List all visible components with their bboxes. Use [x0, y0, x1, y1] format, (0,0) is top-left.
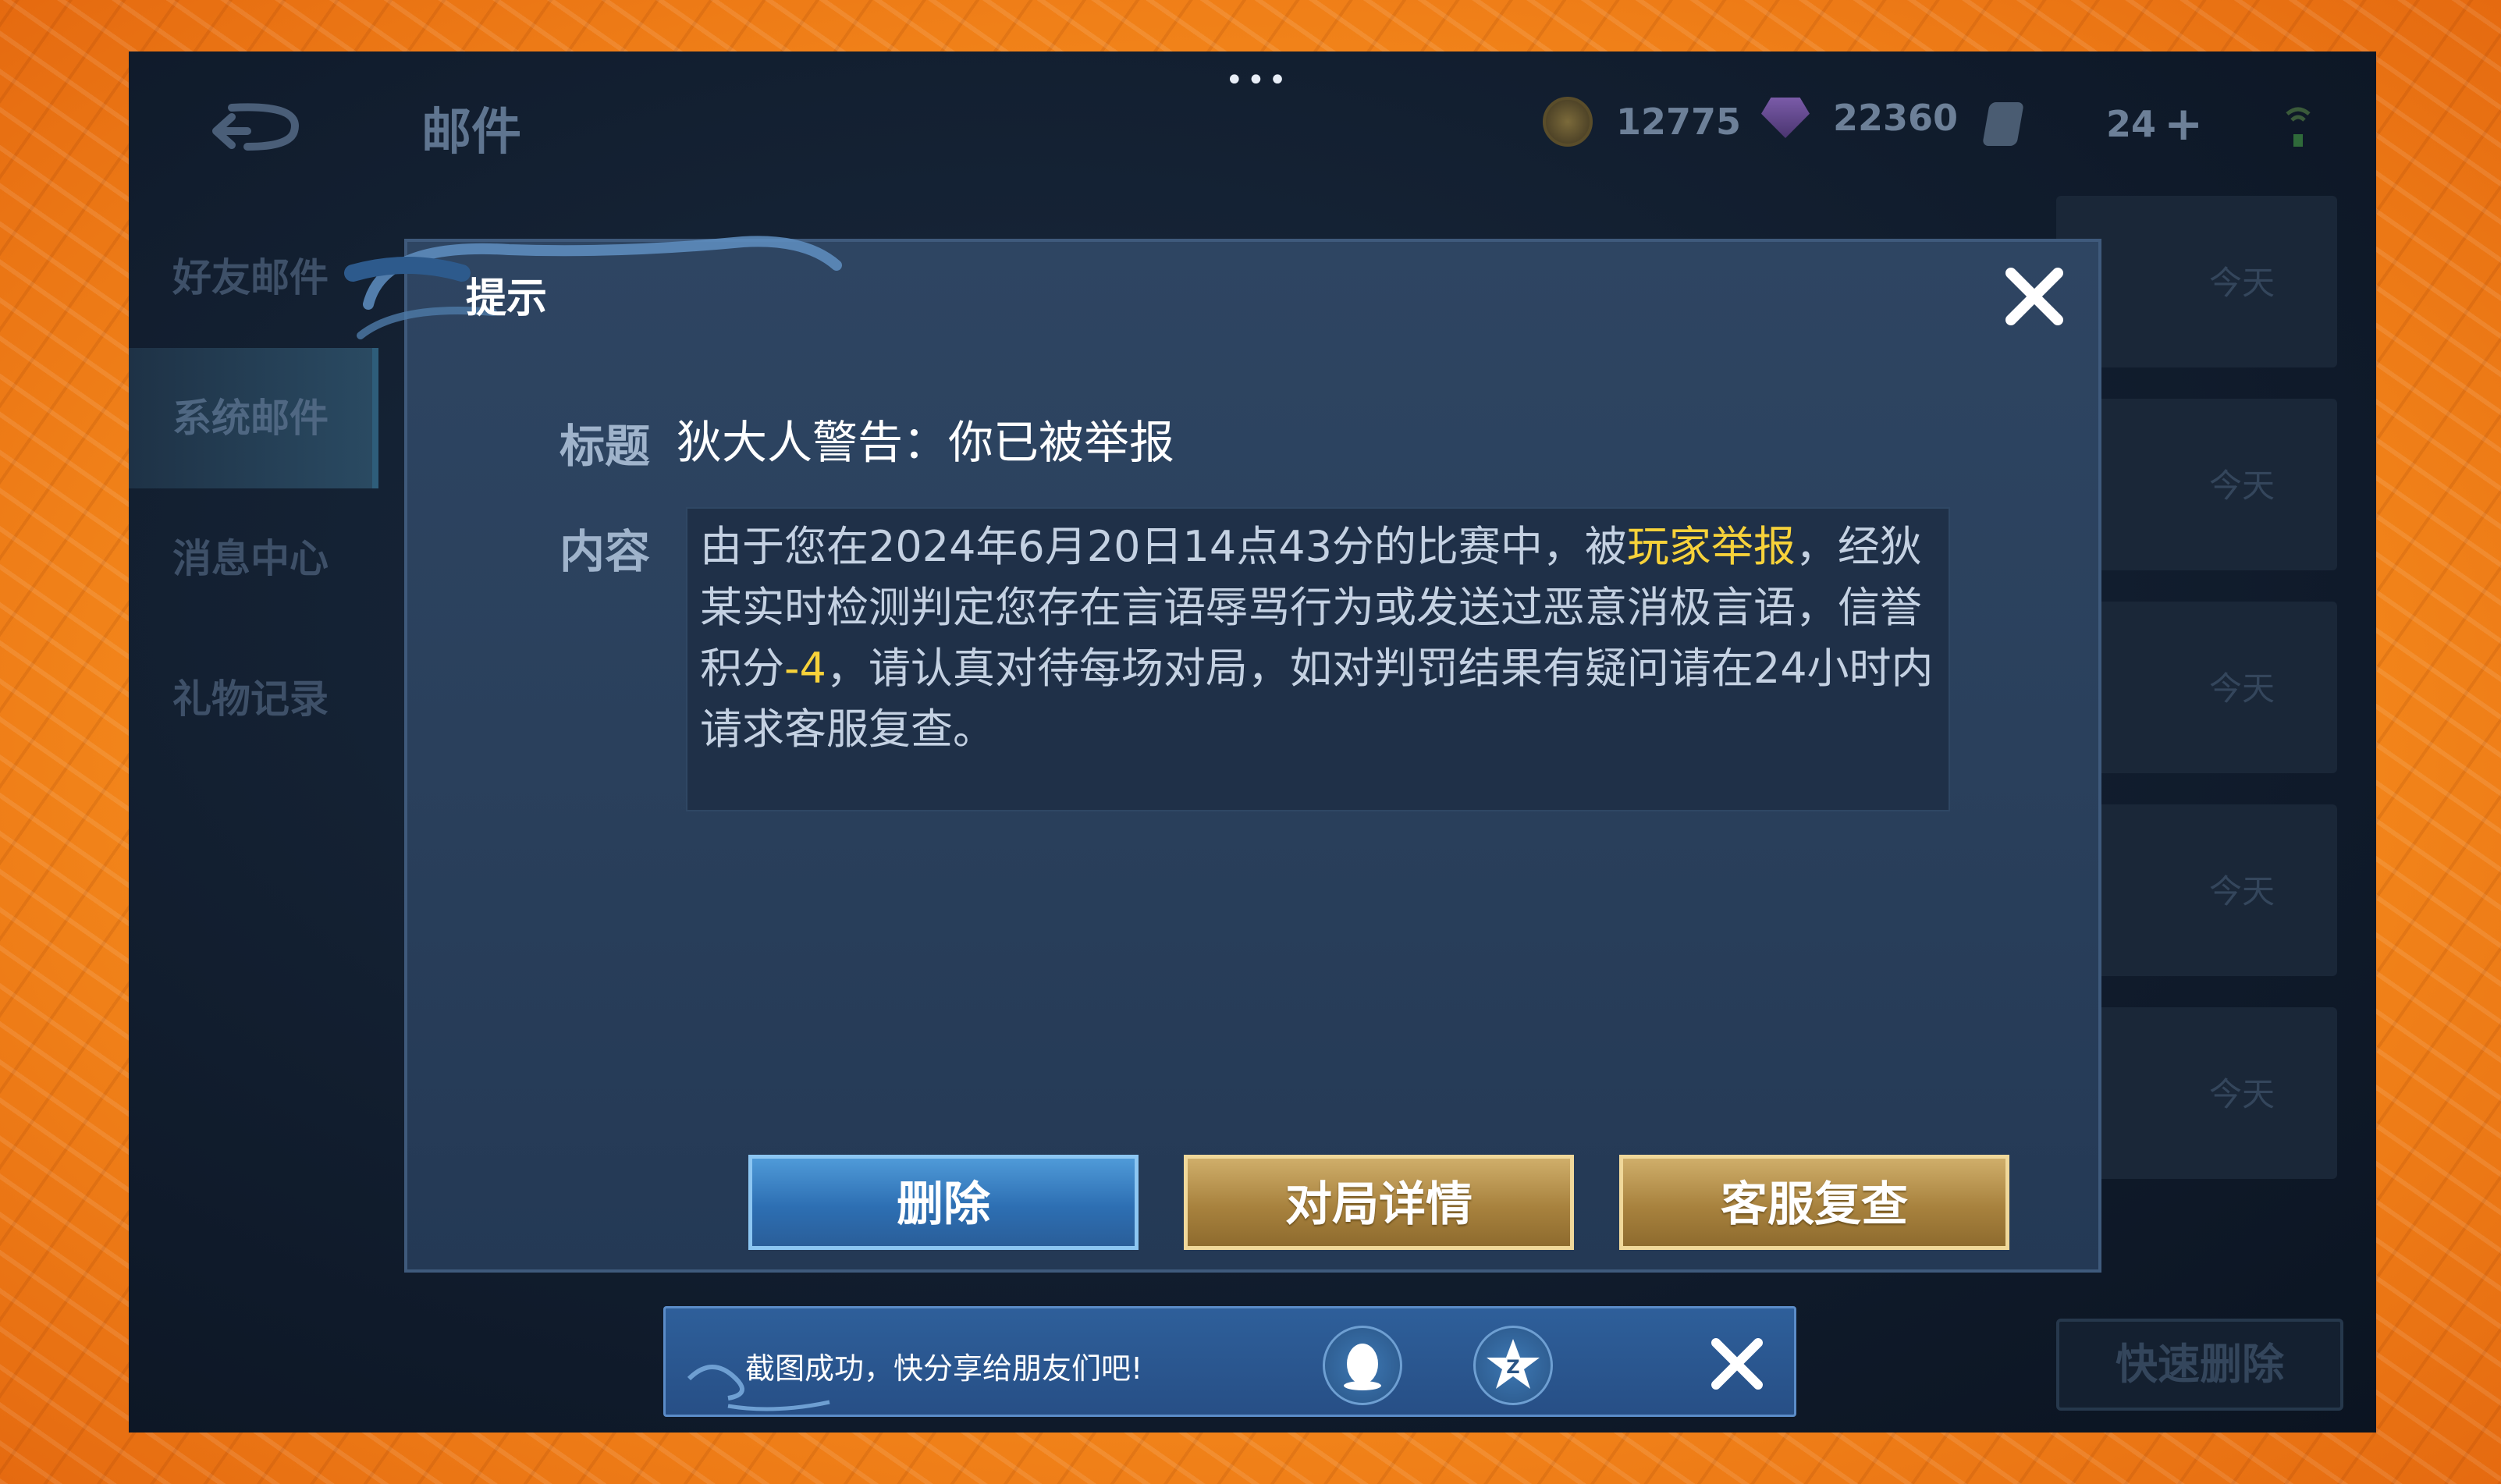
delete-button[interactable]: 删除	[748, 1155, 1139, 1250]
close-toast-icon[interactable]	[1703, 1330, 1771, 1397]
quick-delete-button[interactable]: 快速删除	[2056, 1319, 2343, 1411]
content-text: 由于您在2024年6月20日14点43分的比赛中，被	[700, 522, 1627, 571]
subject-label: 标题	[560, 420, 651, 473]
wifi-signal-icon	[2286, 107, 2311, 147]
support-review-button[interactable]: 客服复查	[1619, 1155, 2009, 1250]
mail-date: 今天	[2208, 872, 2275, 911]
game-screen: ••• 邮件 12775 22360 24 + 好友邮件 系统邮件 消息中心 礼…	[129, 51, 2376, 1433]
page-title: 邮件	[421, 104, 521, 162]
diamond-amount: 22360	[1833, 97, 1959, 139]
qzone-share-icon[interactable]: Z	[1473, 1326, 1553, 1405]
match-details-button[interactable]: 对局详情	[1184, 1155, 1574, 1250]
screenshot-toast: 截图成功，快分享给朋友们吧! Z	[663, 1306, 1796, 1417]
add-ticket-icon[interactable]: +	[2164, 97, 2203, 151]
cloud-ornament-icon	[344, 236, 842, 339]
mail-date: 今天	[2208, 669, 2275, 708]
menu-item-message-center[interactable]: 消息中心	[129, 488, 378, 629]
dialog-title: 提示	[466, 275, 548, 322]
highlight-credit-change: -4	[784, 644, 826, 693]
mail-date: 今天	[2208, 1075, 2275, 1113]
toast-message: 截图成功，快分享给朋友们吧!	[745, 1351, 1143, 1386]
highlight-player-report: 玩家举报	[1626, 522, 1796, 571]
close-icon[interactable]	[1995, 257, 2073, 335]
mail-subject: 狄大人警告：你已被举报	[677, 416, 1175, 469]
gold-coin-icon	[1543, 97, 1593, 147]
ticket-counter[interactable]: 24 +	[1982, 97, 2203, 151]
notice-dialog: 提示 标题 狄大人警告：你已被举报 内容 由于您在2024年6月20日14点43…	[344, 236, 2101, 1273]
gold-amount: 12775	[1616, 101, 1742, 143]
diamond-counter: 22360	[1761, 97, 1958, 139]
gold-counter: 12775	[1543, 97, 1741, 147]
ticket-amount: 24	[2106, 103, 2157, 145]
back-arrow-icon[interactable]	[201, 92, 310, 154]
content-label: 内容	[560, 525, 651, 578]
mail-date: 今天	[2208, 467, 2275, 505]
ticket-icon	[1982, 102, 2024, 146]
diamond-icon	[1761, 98, 1810, 138]
mail-date: 今天	[2208, 264, 2275, 302]
content-text: ，请认真对待每场对局，如对判罚结果有疑问请在24小时内请求客服复查。	[700, 644, 1934, 754]
svg-text:Z: Z	[1506, 1356, 1519, 1378]
menu-item-gift-records[interactable]: 礼物记录	[129, 629, 378, 769]
mail-content: 由于您在2024年6月20日14点43分的比赛中，被玩家举报，经狄某实时检测判定…	[686, 507, 1950, 811]
qq-share-icon[interactable]	[1323, 1326, 1402, 1405]
more-options-icon[interactable]: •••	[1225, 62, 1290, 98]
